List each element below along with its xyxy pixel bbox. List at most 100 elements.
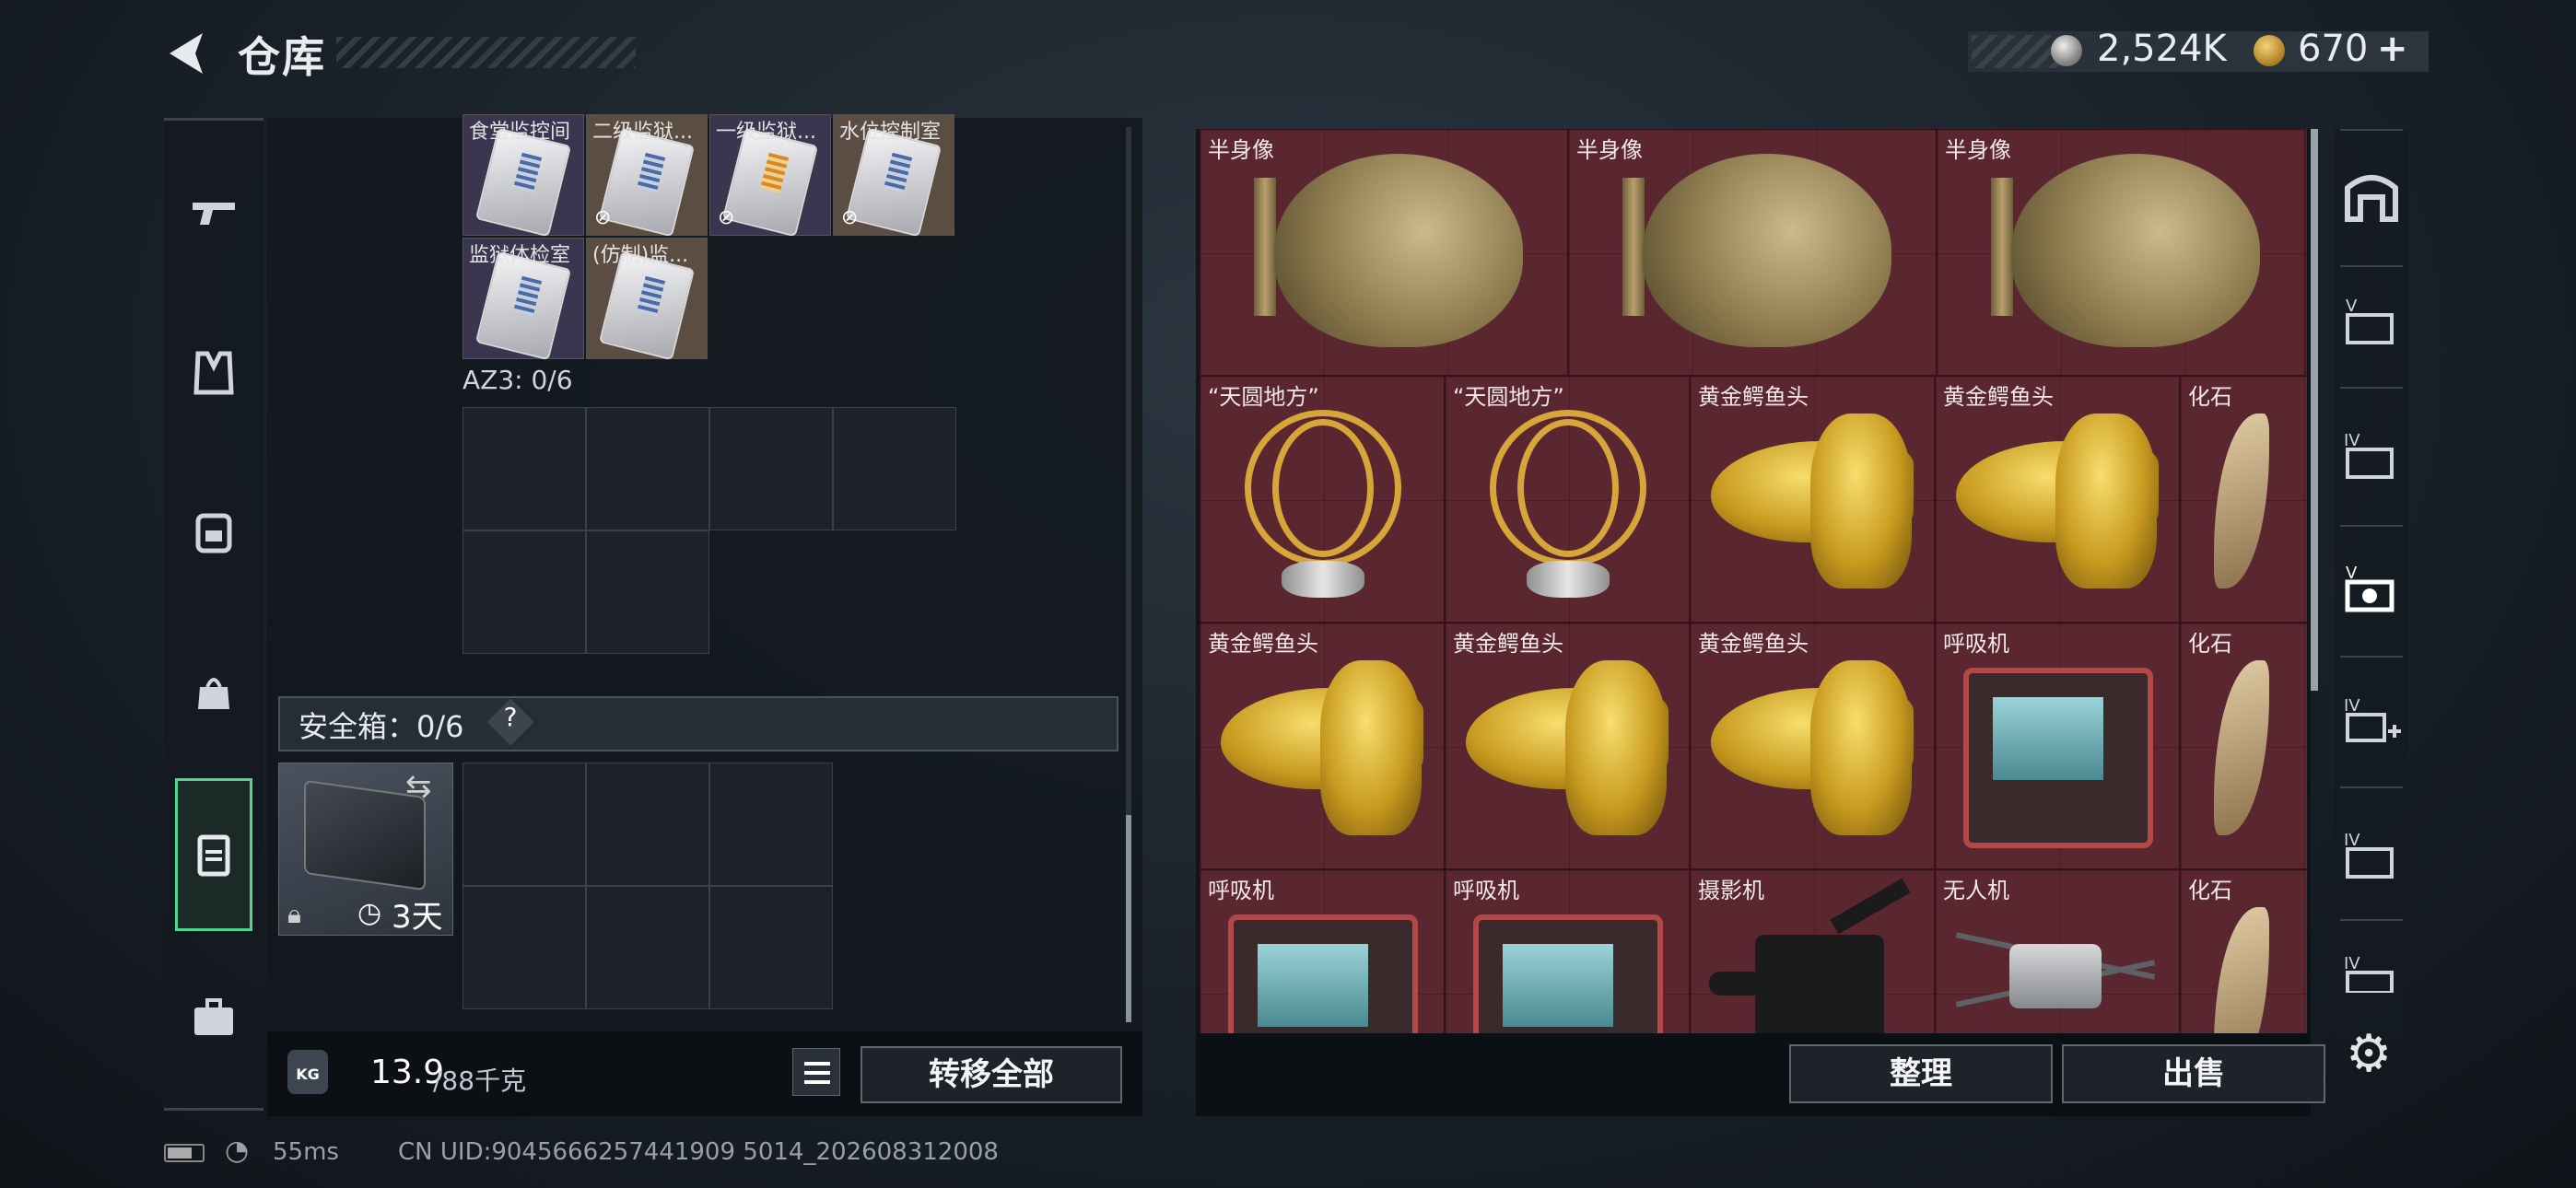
safe-slot[interactable]	[586, 886, 709, 1009]
safe-slot[interactable]	[709, 886, 833, 1009]
silver-coin-icon	[2051, 35, 2082, 66]
item-label: 半身像	[1945, 137, 2011, 163]
item-label: 化石	[2188, 878, 2232, 903]
weight-icon: KG	[287, 1050, 328, 1094]
clock-icon: ◷	[357, 897, 382, 929]
list-view-button[interactable]	[792, 1048, 840, 1096]
item-label: 黄金鳄鱼头	[1698, 631, 1809, 657]
keycard-item[interactable]: 二级监狱... ⊘	[586, 114, 708, 238]
tab-briefcase[interactable]	[164, 962, 263, 1073]
lock-icon: 🔒︎	[287, 899, 301, 929]
item-label: 化石	[2188, 384, 2232, 410]
v-stash-icon[interactable]: V	[2340, 291, 2403, 354]
stash-item-fossil[interactable]: 化石	[2180, 869, 2307, 1033]
keycard-item[interactable]: 水位控制室 ⊘	[833, 114, 954, 238]
back-icon[interactable]	[162, 28, 214, 79]
iv-partial-icon[interactable]: IV	[2340, 949, 2403, 993]
stash-item-ventilator[interactable]: 呼吸机	[1200, 869, 1445, 1033]
safe-slot[interactable]	[463, 886, 586, 1009]
safe-slot[interactable]	[463, 763, 586, 886]
az3-slot[interactable]	[586, 530, 709, 654]
stash-item-fossil[interactable]: 化石	[2180, 376, 2307, 623]
gold-coin-icon	[2254, 35, 2285, 66]
stash-item-fossil[interactable]: 化石	[2180, 623, 2307, 869]
safe-case-label: 安全箱：0/6	[299, 709, 464, 744]
settings-gear-icon[interactable]: ⚙	[2346, 1024, 2392, 1084]
page-title: 仓库	[238, 32, 326, 82]
gold-amount: 670	[2298, 28, 2369, 70]
item-label: 黄金鳄鱼头	[1453, 631, 1563, 657]
svg-text:IV: IV	[2344, 954, 2360, 973]
az3-slot[interactable]	[586, 407, 709, 530]
az3-slot[interactable]	[833, 407, 956, 530]
safe-case-duration: 3天	[392, 899, 443, 936]
stash-grid: 半身像 半身像 半身像 “天圆地方” “天圆地方” 黄金鳄鱼头 黄金鳄鱼头 化石	[1200, 129, 2307, 1033]
item-label: “天圆地方”	[1208, 384, 1319, 410]
stash-item-drone[interactable]: 无人机	[1935, 869, 2180, 1033]
keycard-item[interactable]: 一级监狱... ⊘	[709, 114, 831, 238]
item-label: 呼吸机	[1943, 631, 2009, 657]
item-label: 黄金鳄鱼头	[1208, 631, 1318, 657]
iv-add-icon[interactable]: IV	[2340, 691, 2403, 753]
backpack-icon	[195, 513, 232, 553]
safe-slot[interactable]	[586, 763, 709, 886]
v-stash-active-icon[interactable]: V	[2340, 558, 2403, 621]
stash-item-ventilator[interactable]: 呼吸机	[1445, 869, 1690, 1033]
tab-weapons[interactable]	[164, 157, 263, 268]
iv-stash-icon[interactable]: IV	[2340, 425, 2403, 488]
unavailable-icon: ⊘	[594, 206, 612, 229]
title-decoration	[336, 37, 636, 68]
stash-item-camera[interactable]: 摄影机	[1690, 869, 1935, 1033]
inventory-scroll-thumb[interactable]	[1126, 815, 1131, 1022]
az3-label: AZ3: 0/6	[463, 365, 573, 395]
uid-text: CN UID:9045666257441909 5014_20260831200…	[398, 1138, 999, 1166]
keycard-item[interactable]: 监狱体检室	[463, 238, 584, 361]
az3-slot[interactable]	[463, 530, 586, 654]
tab-armor[interactable]	[164, 318, 263, 428]
svg-text:IV: IV	[2344, 431, 2360, 450]
keycard-item[interactable]: 食堂监控间	[463, 114, 584, 238]
keycard-label: 一级监狱...	[716, 121, 816, 144]
iv-folder-icon[interactable]: IV	[2340, 825, 2403, 888]
tab-pouch[interactable]	[164, 636, 263, 747]
stash-item-croc[interactable]: 黄金鳄鱼头	[1690, 623, 1935, 869]
stash-item-bust[interactable]: 半身像	[1568, 129, 1937, 376]
stash-item-croc[interactable]: 黄金鳄鱼头	[1200, 623, 1445, 869]
stash-item-bust[interactable]: 半身像	[1937, 129, 2305, 376]
briefcase-icon	[194, 998, 233, 1035]
stash-item-croc[interactable]: 黄金鳄鱼头	[1445, 623, 1690, 869]
stash-scrollbar[interactable]	[2311, 129, 2318, 691]
add-gold-button[interactable]: +	[2377, 28, 2408, 70]
transfer-all-button[interactable]: 转移全部	[861, 1046, 1122, 1103]
currency-decoration	[1972, 35, 2059, 68]
item-label: 半身像	[1576, 137, 1643, 163]
item-label: 化石	[2188, 631, 2232, 657]
stash-item-ventilator[interactable]: 呼吸机	[1935, 623, 2180, 869]
item-label: 无人机	[1943, 878, 2009, 903]
stash-item-croc[interactable]: 黄金鳄鱼头	[1935, 376, 2180, 623]
tab-safe-case[interactable]	[175, 778, 252, 931]
stash-item-globe[interactable]: “天圆地方”	[1200, 376, 1445, 623]
keycard-label: 二级监狱...	[592, 121, 693, 144]
tab-backpack[interactable]	[164, 476, 263, 587]
item-label: “天圆地方”	[1453, 384, 1564, 410]
vest-icon	[193, 351, 234, 395]
home-icon[interactable]	[2340, 166, 2403, 228]
sell-button[interactable]: 出售	[2062, 1044, 2325, 1103]
safe-slot[interactable]	[709, 763, 833, 886]
svg-text:IV: IV	[2344, 831, 2360, 850]
sort-button[interactable]: 整理	[1789, 1044, 2053, 1103]
svg-text:V: V	[2346, 297, 2358, 316]
az3-slot[interactable]	[463, 407, 586, 530]
stash-item-globe[interactable]: “天圆地方”	[1445, 376, 1690, 623]
swap-icon[interactable]: ⇆	[405, 768, 432, 805]
stash-item-bust[interactable]: 半身像	[1200, 129, 1568, 376]
keycard-item[interactable]: (仿制)监...	[586, 238, 708, 361]
stash-item-croc[interactable]: 黄金鳄鱼头	[1690, 376, 1935, 623]
item-label: 黄金鳄鱼头	[1698, 384, 1809, 410]
item-label: 半身像	[1208, 137, 1274, 163]
help-icon[interactable]: ?	[499, 702, 521, 732]
category-tabs	[164, 118, 263, 1111]
az3-slot[interactable]	[709, 407, 833, 530]
item-label: 摄影机	[1698, 878, 1764, 903]
